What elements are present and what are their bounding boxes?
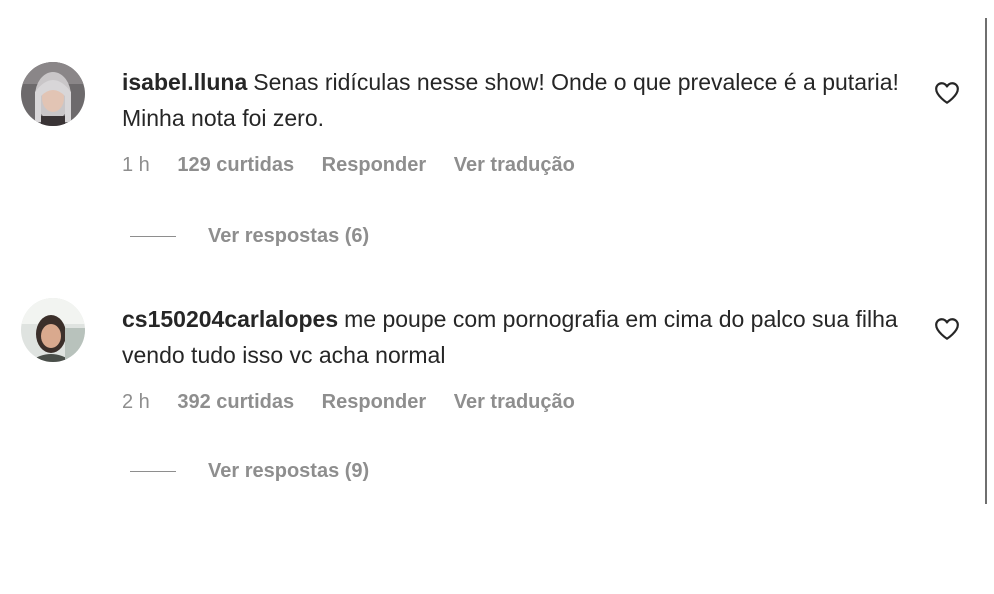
view-replies-button[interactable]: Ver respostas (9)	[130, 460, 369, 483]
comment-username[interactable]: isabel.lluna	[122, 69, 247, 95]
avatar[interactable]	[21, 298, 85, 362]
replies-divider-line	[130, 236, 176, 238]
avatar-image	[21, 298, 85, 362]
avatar-image	[21, 62, 85, 126]
view-replies-label: Ver respostas (9)	[208, 460, 370, 482]
comments-panel: isabel.lluna Senas ridículas nesse show! …	[0, 0, 994, 594]
comment-body: isabel.lluna Senas ridículas nesse show! …	[122, 64, 912, 136]
comment-meta: 1 h 129 curtidas Responder Ver tradução	[122, 154, 597, 177]
comment-meta: 2 h 392 curtidas Responder Ver tradução	[122, 391, 597, 414]
replies-divider-line	[130, 471, 176, 473]
like-button[interactable]	[934, 81, 960, 105]
scrollbar-edge	[985, 18, 987, 504]
comment-body: cs150204carlalopes me poupe com pornograf…	[122, 301, 912, 373]
reply-button[interactable]: Responder	[322, 391, 426, 413]
reply-button[interactable]: Responder	[322, 154, 426, 176]
comment-likes[interactable]: 129 curtidas	[177, 154, 294, 176]
heart-outline-icon	[935, 318, 959, 340]
view-replies-label: Ver respostas (6)	[208, 225, 370, 247]
like-button[interactable]	[934, 317, 960, 341]
translate-button[interactable]: Ver tradução	[454, 391, 575, 413]
heart-outline-icon	[935, 82, 959, 104]
comment-time: 2 h	[122, 391, 150, 413]
comment-likes[interactable]: 392 curtidas	[177, 391, 294, 413]
translate-button[interactable]: Ver tradução	[454, 154, 575, 176]
comment-username[interactable]: cs150204carlalopes	[122, 306, 338, 332]
view-replies-button[interactable]: Ver respostas (6)	[130, 225, 369, 248]
avatar[interactable]	[21, 62, 85, 126]
comment-time: 1 h	[122, 154, 150, 176]
